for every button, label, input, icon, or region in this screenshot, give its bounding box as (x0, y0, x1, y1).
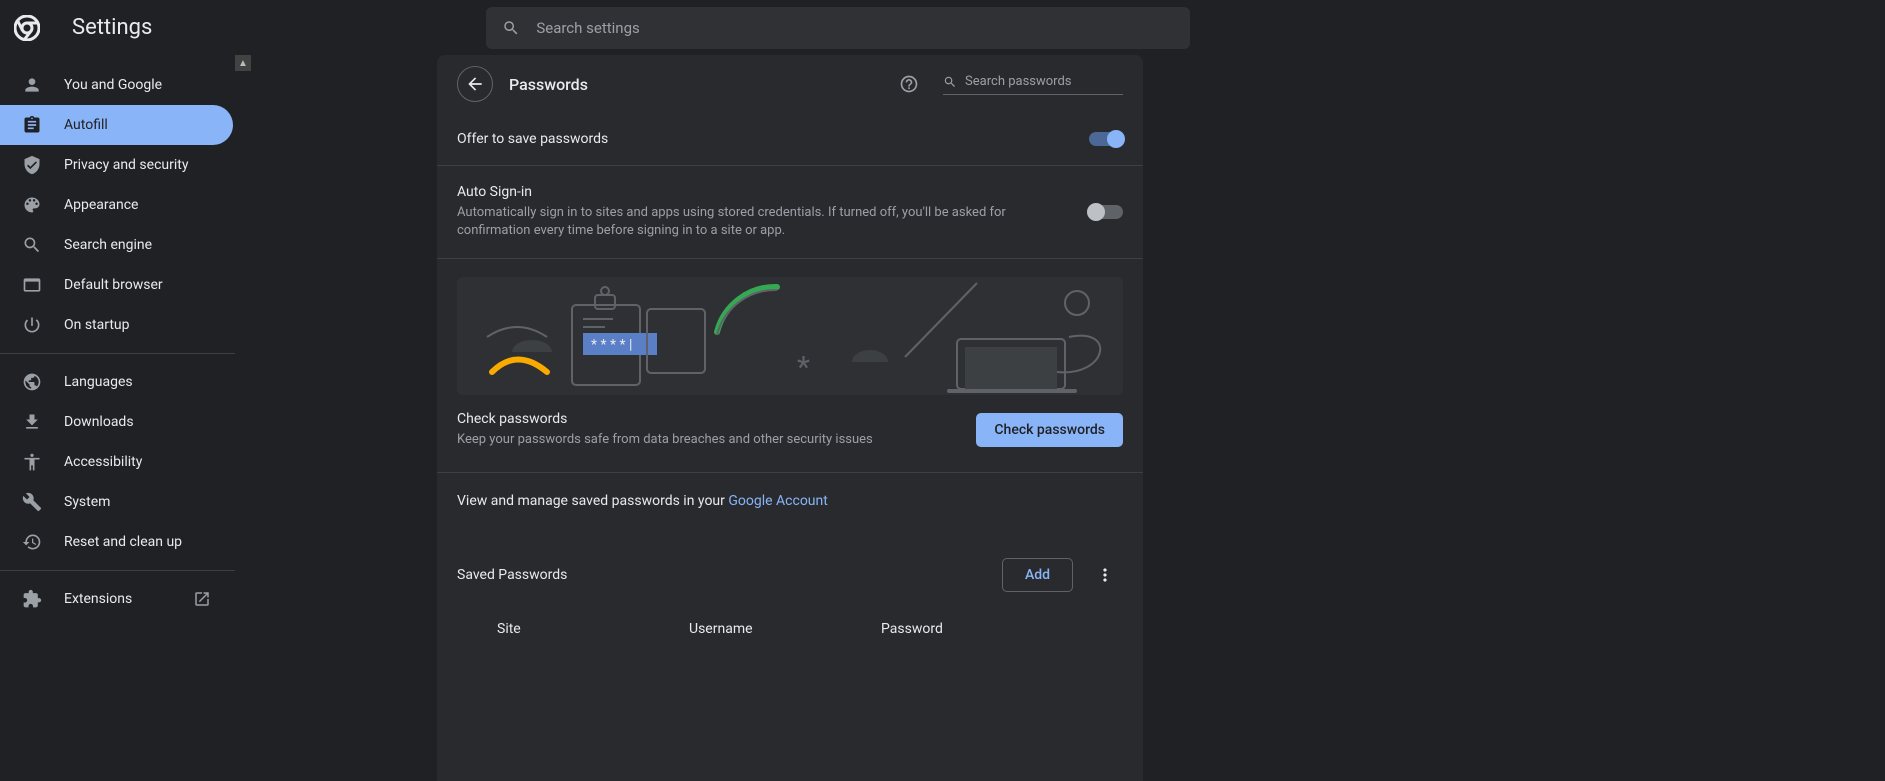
sidebar-item-default-browser[interactable]: Default browser (0, 265, 233, 305)
add-password-button[interactable]: Add (1002, 558, 1073, 592)
sidebar-item-label: Extensions (64, 591, 165, 607)
sidebar-item-label: Accessibility (64, 454, 211, 470)
sidebar-item-label: Downloads (64, 414, 211, 430)
extension-icon (22, 589, 42, 609)
sidebar-divider (0, 353, 235, 354)
sidebar-item-languages[interactable]: Languages (0, 362, 233, 402)
search-icon (943, 74, 957, 90)
sidebar-item-privacy-security[interactable]: Privacy and security (0, 145, 233, 185)
more-vert-icon (1095, 565, 1115, 585)
sidebar-item-label: Languages (64, 374, 211, 390)
arrow-back-icon (465, 74, 485, 94)
auto-signin-sub: Automatically sign in to sites and apps … (457, 204, 1069, 240)
wrench-icon (22, 492, 42, 512)
auto-signin-title: Auto Sign-in (457, 184, 1069, 200)
sidebar-divider (0, 570, 235, 571)
offer-save-toggle[interactable] (1089, 132, 1123, 146)
check-passwords-button[interactable]: Check passwords (976, 413, 1123, 447)
saved-passwords-heading: Saved Passwords (457, 567, 988, 583)
sidebar-item-accessibility[interactable]: Accessibility (0, 442, 233, 482)
app-title: Settings (72, 15, 152, 40)
help-icon (899, 74, 919, 94)
browser-icon (22, 275, 42, 295)
manage-prefix: View and manage saved passwords in your (457, 493, 728, 509)
search-icon (502, 19, 520, 37)
download-icon (22, 412, 42, 432)
sidebar-item-extensions[interactable]: Extensions (0, 579, 233, 619)
auto-signin-row: Auto Sign-in Automatically sign in to si… (437, 165, 1143, 258)
sidebar-item-on-startup[interactable]: On startup (0, 305, 233, 345)
sidebar-item-label: Reset and clean up (64, 534, 211, 550)
offer-save-title: Offer to save passwords (457, 131, 1069, 147)
accessibility-icon (22, 452, 42, 472)
sidebar-item-system[interactable]: System (0, 482, 233, 522)
clipboard-icon (22, 115, 42, 135)
sidebar-item-search-engine[interactable]: Search engine (0, 225, 233, 265)
person-icon (22, 75, 42, 95)
auto-signin-toggle[interactable] (1089, 205, 1123, 219)
search-passwords-field[interactable] (943, 74, 1123, 95)
shield-icon (22, 155, 42, 175)
svg-text:*: * (797, 350, 810, 385)
sidebar-item-appearance[interactable]: Appearance (0, 185, 233, 225)
sidebar-item-label: System (64, 494, 211, 510)
sidebar-item-label: Appearance (64, 197, 211, 213)
power-icon (22, 315, 42, 335)
column-site: Site (497, 621, 689, 637)
offer-save-passwords-row: Offer to save passwords (437, 113, 1143, 165)
check-passwords-title: Check passwords (457, 411, 956, 427)
password-check-illustration: * * * * | * (457, 277, 1123, 395)
sidebar-item-label: Privacy and security (64, 157, 211, 173)
sidebar-item-label: Autofill (64, 117, 211, 133)
sidebar-item-label: You and Google (64, 77, 211, 93)
sidebar-item-label: Default browser (64, 277, 211, 293)
sidebar: You and Google Autofill Privacy and secu… (0, 55, 235, 781)
sidebar-item-autofill[interactable]: Autofill (0, 105, 233, 145)
saved-passwords-table-header: Site Username Password (437, 607, 1143, 651)
open-in-new-icon (193, 590, 211, 608)
chrome-logo-icon (14, 15, 40, 41)
sidebar-item-label: On startup (64, 317, 211, 333)
sidebar-item-label: Search engine (64, 237, 211, 253)
manage-in-account-line: View and manage saved passwords in your … (437, 472, 1143, 529)
sidebar-item-downloads[interactable]: Downloads (0, 402, 233, 442)
check-passwords-sub: Keep your passwords safe from data breac… (457, 431, 956, 449)
more-actions-button[interactable] (1087, 557, 1123, 593)
google-account-link[interactable]: Google Account (728, 493, 827, 509)
globe-icon (22, 372, 42, 392)
back-button[interactable] (457, 66, 493, 102)
help-button[interactable] (891, 66, 927, 102)
page-title: Passwords (509, 75, 875, 94)
column-password: Password (881, 621, 1123, 637)
search-settings-field[interactable] (486, 7, 1190, 49)
restore-icon (22, 532, 42, 552)
svg-text:* * * * |: * * * * | (591, 337, 632, 353)
search-icon (22, 235, 42, 255)
scrollbar-up-button[interactable]: ▲ (235, 55, 251, 71)
palette-icon (22, 195, 42, 215)
search-passwords-input[interactable] (965, 74, 1123, 89)
sidebar-item-reset-cleanup[interactable]: Reset and clean up (0, 522, 233, 562)
check-passwords-row: Check passwords Keep your passwords safe… (437, 395, 1143, 471)
passwords-panel: Passwords Offer to save passwords Auto S… (437, 55, 1143, 781)
sidebar-item-you-and-google[interactable]: You and Google (0, 65, 233, 105)
search-settings-input[interactable] (536, 19, 1174, 37)
column-username: Username (689, 621, 881, 637)
